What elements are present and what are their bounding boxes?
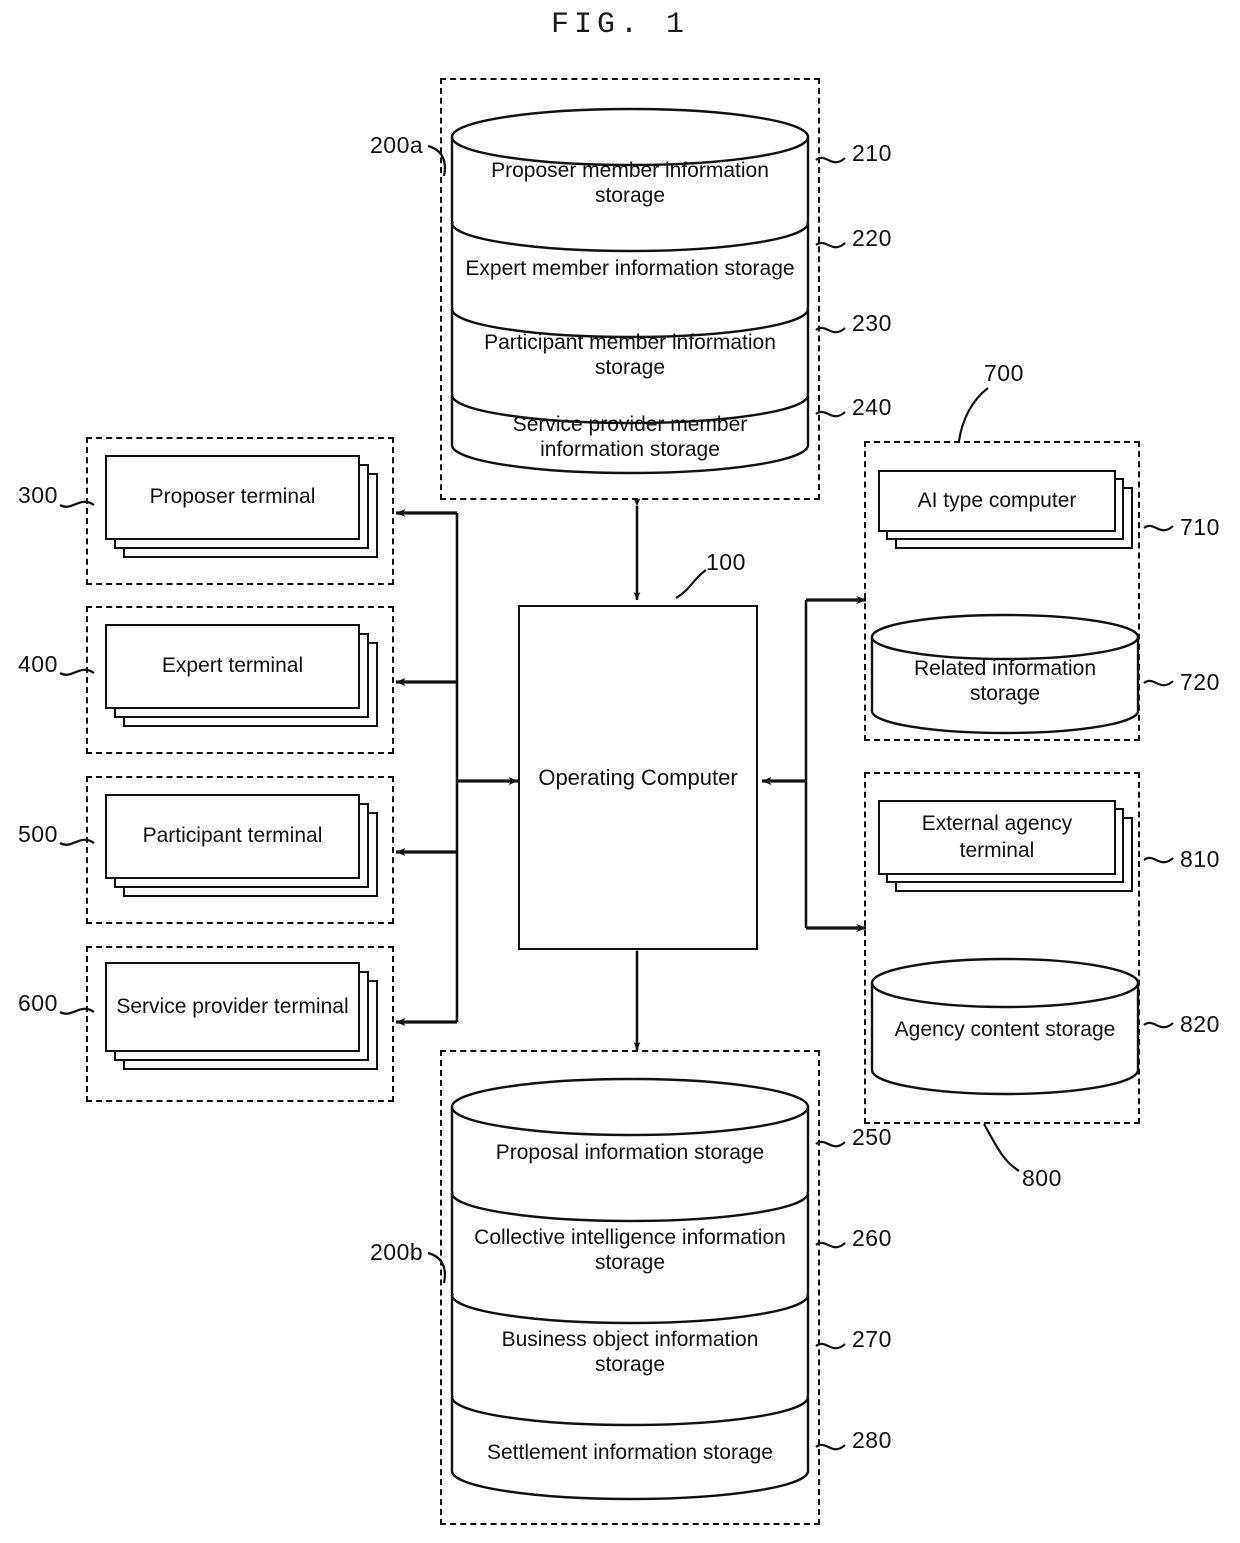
ai-type-computer-label: AI type computer	[917, 488, 1077, 512]
ai-type-computer-box[interactable]: AI type computer	[878, 470, 1116, 532]
ref-280: 280	[852, 1427, 892, 1453]
member-db-section-label: Expert member information storage	[465, 257, 795, 281]
ref-220: 220	[852, 225, 892, 251]
external-agency-terminal-stack[interactable]: External agency terminal	[878, 800, 1140, 912]
ref-210: 210	[852, 140, 892, 166]
operating-computer-box[interactable]: Operating Computer	[518, 605, 758, 950]
ref-260: 260	[852, 1225, 892, 1251]
related-information-storage-cylinder: Related information storage	[870, 613, 1140, 735]
ref-810: 810	[1180, 846, 1220, 872]
member-db-cylinder: Proposer member information storage Expe…	[450, 105, 810, 475]
ref-300: 300	[18, 482, 58, 508]
figure-canvas: FIG. 1 200a Proposer member information …	[0, 0, 1240, 1543]
member-db-section-label: Proposer member information storage	[491, 158, 769, 207]
business-db-cylinder: Proposal information storage Collective …	[450, 1075, 810, 1505]
service-provider-terminal-label: Service provider terminal	[116, 994, 349, 1018]
ref-270: 270	[852, 1326, 892, 1352]
agency-content-storage-label: Agency content storage	[894, 1018, 1116, 1042]
external-agency-terminal-box[interactable]: External agency terminal	[878, 800, 1116, 875]
expert-terminal-stack[interactable]: Expert terminal	[105, 624, 385, 739]
ref-500: 500	[18, 821, 58, 847]
participant-terminal-stack[interactable]: Participant terminal	[105, 794, 385, 909]
participant-terminal-box[interactable]: Participant terminal	[105, 794, 360, 879]
related-information-storage-label: Related information storage	[913, 656, 1097, 705]
ref-100: 100	[706, 549, 746, 575]
external-agency-terminal-label: External agency terminal	[921, 812, 1073, 862]
ref-820: 820	[1180, 1011, 1220, 1037]
ref-240: 240	[852, 394, 892, 420]
expert-terminal-box[interactable]: Expert terminal	[105, 624, 360, 709]
member-db-section-label: Service provider member information stor…	[512, 412, 748, 461]
operating-computer-label: Operating Computer	[538, 764, 738, 790]
ref-400: 400	[18, 651, 58, 677]
proposer-terminal-stack[interactable]: Proposer terminal	[105, 455, 385, 570]
service-provider-terminal-box[interactable]: Service provider terminal	[105, 962, 360, 1052]
business-db-section-label: Settlement information storage	[487, 1441, 773, 1465]
business-db-section-label: Business object information storage	[501, 1327, 759, 1376]
ai-type-computer-stack[interactable]: AI type computer	[878, 470, 1140, 570]
ref-600: 600	[18, 990, 58, 1016]
member-db-section-label: Participant member information storage	[484, 330, 776, 379]
proposer-terminal-box[interactable]: Proposer terminal	[105, 455, 360, 540]
participant-terminal-label: Participant terminal	[142, 824, 323, 848]
ref-250: 250	[852, 1124, 892, 1150]
ref-720: 720	[1180, 669, 1220, 695]
agency-content-storage-cylinder: Agency content storage	[870, 957, 1140, 1098]
ref-800: 800	[1022, 1165, 1062, 1191]
business-db-section-label: Proposal information storage	[495, 1141, 765, 1165]
proposer-terminal-label: Proposer terminal	[149, 485, 316, 509]
page-title: FIG. 1	[550, 8, 690, 42]
ref-200b: 200b	[370, 1239, 424, 1265]
service-provider-terminal-stack[interactable]: Service provider terminal	[105, 962, 385, 1084]
ref-200a: 200a	[370, 132, 424, 158]
business-db-section-label: Collective intelligence information stor…	[474, 1225, 786, 1274]
ref-710: 710	[1180, 514, 1220, 540]
ref-700: 700	[984, 360, 1024, 386]
expert-terminal-label: Expert terminal	[161, 654, 304, 678]
ref-230: 230	[852, 310, 892, 336]
